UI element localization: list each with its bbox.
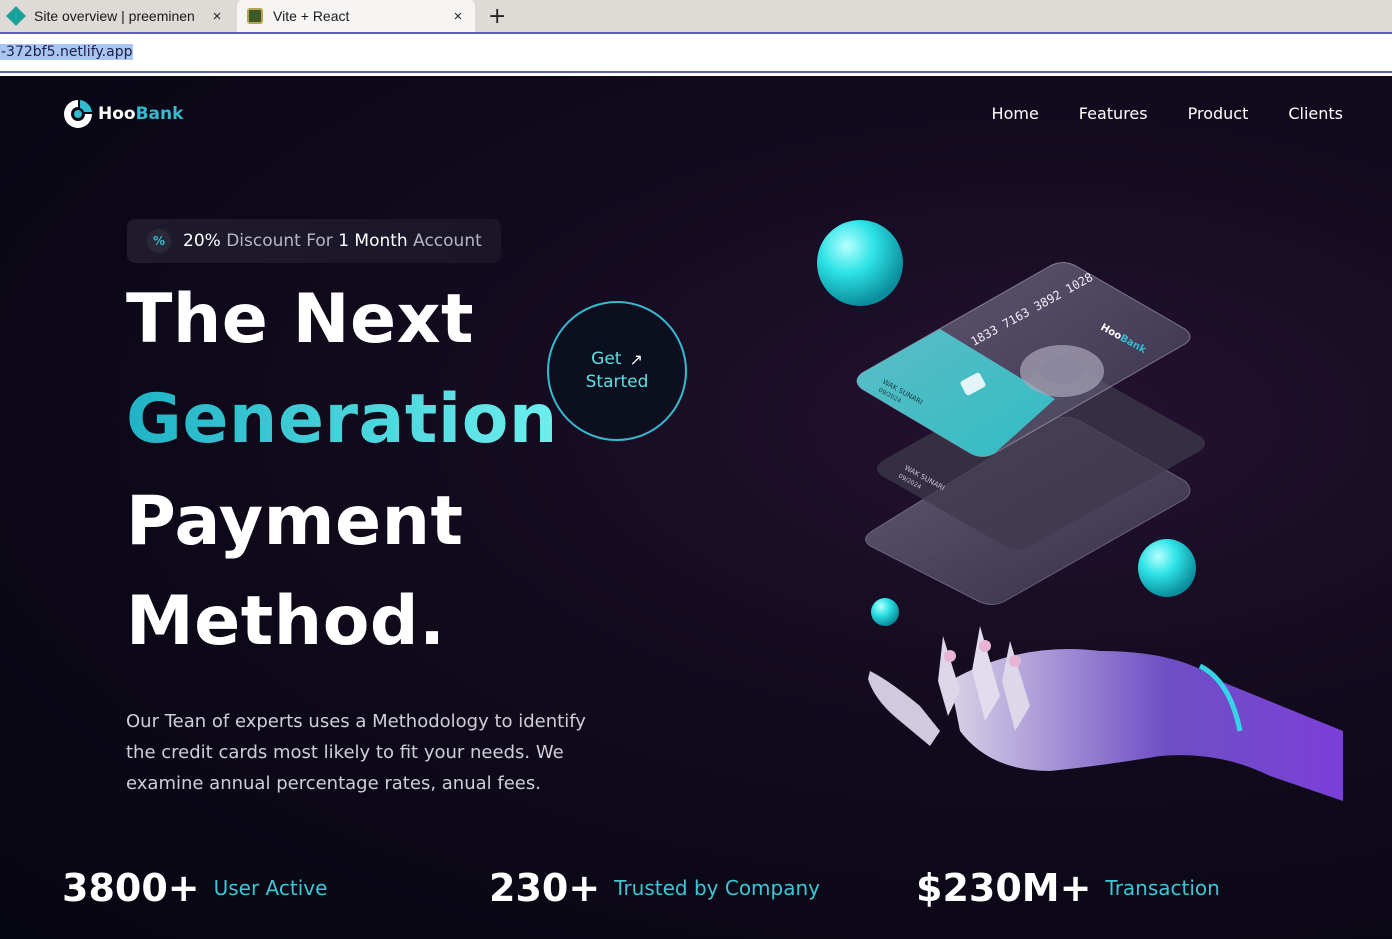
cta-line1: Get ↗ <box>591 349 643 369</box>
new-tab-button[interactable]: + <box>488 4 506 29</box>
hero-heading-line3: Payment <box>126 482 464 561</box>
browser-tab-bar: Site overview | preeminen × Vite + React… <box>0 0 1392 32</box>
hero-heading-line1: The Next <box>126 280 474 359</box>
cta-line2: Started <box>585 372 649 392</box>
address-bar-url[interactable]: -372bf5.netlify.app <box>0 44 134 60</box>
nav-product[interactable]: Product <box>1188 104 1249 123</box>
tab-close-icon[interactable]: × <box>449 8 467 25</box>
stat-value: 3800+ <box>62 866 200 910</box>
hero-heading-line4: Method. <box>126 582 446 661</box>
page: HooBank Home Features Product Clients % … <box>0 76 1392 939</box>
hero-description: Our Tean of experts uses a Methodology t… <box>126 711 586 794</box>
stat-companies: 230+ Trusted by Company <box>489 866 820 910</box>
stat-value: 230+ <box>489 866 601 910</box>
sphere-large <box>817 220 903 306</box>
robot-hand-cards-illustration: 1833 7163 3892 1028 HooBank WAK SUNARI 0… <box>817 220 1343 801</box>
tab-title: Site overview | preeminen <box>34 8 195 24</box>
stat-transactions: $230M+ Transaction <box>916 866 1220 910</box>
discount-badge: % 20% Discount For 1 Month Account <box>127 219 501 263</box>
stats-bar: 3800+ User Active 230+ Trusted by Compan… <box>62 866 1362 916</box>
sphere-small <box>871 598 899 626</box>
browser-tab-site-overview[interactable]: Site overview | preeminen × <box>0 0 234 32</box>
stat-users: 3800+ User Active <box>62 866 327 910</box>
stat-value: $230M+ <box>916 866 1092 910</box>
address-bar[interactable]: -372bf5.netlify.app <box>0 32 1392 73</box>
stat-label: Transaction <box>1105 876 1220 900</box>
nav-features[interactable]: Features <box>1079 104 1148 123</box>
sphere-medium <box>1138 539 1196 597</box>
hero-heading-line2: Generation <box>126 380 558 459</box>
stat-label: Trusted by Company <box>614 876 821 900</box>
get-started-button[interactable]: Get ↗ Started <box>547 301 687 441</box>
robot-finger-1 <box>868 671 940 746</box>
hoobank-logo-icon <box>64 100 92 128</box>
get-started-inner: Get ↗ Started <box>551 305 683 437</box>
nav-clients[interactable]: Clients <box>1288 104 1343 123</box>
browser-tab-vite-react[interactable]: Vite + React × <box>237 0 475 32</box>
tab-title: Vite + React <box>273 8 350 24</box>
stat-label: User Active <box>213 876 328 900</box>
netlify-favicon-icon <box>6 6 26 26</box>
percent-icon: % <box>147 229 171 253</box>
nav-home[interactable]: Home <box>992 104 1039 123</box>
arrow-up-right-icon: ↗ <box>629 350 643 369</box>
tab-close-icon[interactable]: × <box>208 8 226 25</box>
vite-favicon-icon <box>247 8 263 24</box>
logo[interactable]: HooBank <box>62 98 183 130</box>
logo-text: HooBank <box>98 104 184 124</box>
discount-text: 20% Discount For 1 Month Account <box>183 231 482 251</box>
main-nav: Home Features Product Clients <box>992 104 1343 123</box>
